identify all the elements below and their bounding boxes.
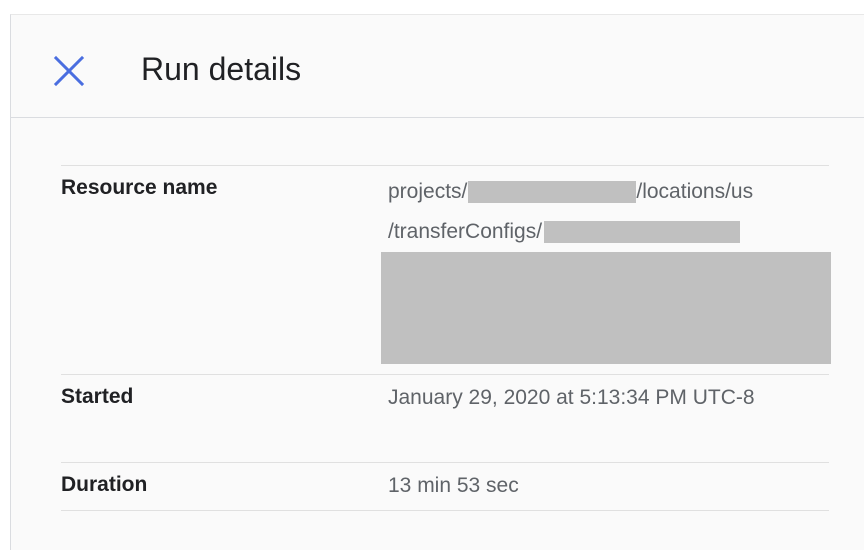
redacted-run-id bbox=[381, 252, 831, 364]
redacted-config-id bbox=[544, 221, 741, 244]
resource-name-middle: /locations/us bbox=[636, 180, 754, 203]
resource-name-prefix: projects/ bbox=[388, 180, 468, 203]
panel-header: Run details bbox=[11, 15, 864, 118]
detail-row-duration: Duration 13 min 53 sec bbox=[61, 463, 829, 511]
run-details-list: Resource name projects/ /locations/us /tr… bbox=[61, 165, 831, 511]
run-details-panel: Run details Resource name projects/ /loca… bbox=[10, 14, 864, 550]
detail-row-started: Started January 29, 2020 at 5:13:34 PM U… bbox=[61, 375, 829, 463]
resource-name-line2: /transferConfigs/ bbox=[388, 220, 543, 243]
panel-title: Run details bbox=[141, 51, 302, 87]
resource-name-label: Resource name bbox=[61, 176, 218, 199]
redacted-project-id bbox=[468, 181, 637, 204]
resource-name-line-2: /transferConfigs/ bbox=[388, 212, 828, 252]
duration-value: 13 min 53 sec bbox=[388, 474, 519, 497]
detail-row-resource-name: Resource name projects/ /locations/us /tr… bbox=[61, 166, 831, 375]
close-button[interactable] bbox=[51, 53, 87, 89]
resource-name-line-1: projects/ /locations/us bbox=[388, 172, 828, 212]
started-label: Started bbox=[61, 385, 134, 408]
close-icon bbox=[53, 55, 85, 87]
started-value: January 29, 2020 at 5:13:34 PM UTC-8 bbox=[388, 386, 755, 409]
duration-label: Duration bbox=[61, 473, 148, 496]
resource-name-value: projects/ /locations/us /transferConfigs/ bbox=[388, 172, 828, 252]
